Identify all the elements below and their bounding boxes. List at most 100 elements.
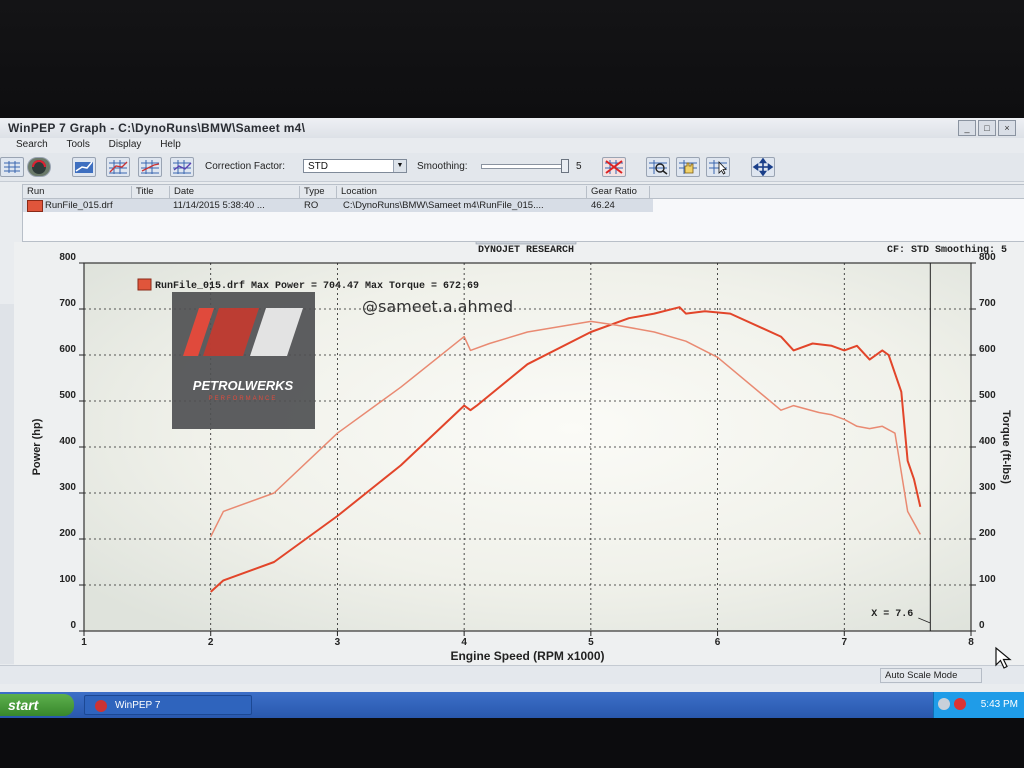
run-table: Run Title Date Type Location Gear Ratio … (22, 184, 1024, 242)
y-right-tick-label: 200 (979, 528, 996, 539)
table-view-icon[interactable] (0, 157, 24, 177)
col-location[interactable]: Location (336, 186, 377, 198)
x-tick-label: 6 (715, 637, 721, 648)
chevron-down-icon[interactable]: ▼ (393, 160, 406, 172)
pointer-select-icon[interactable] (706, 157, 730, 177)
graph-power-icon[interactable] (72, 157, 96, 177)
pan-hand-icon[interactable] (676, 157, 700, 177)
y-right-tick-label: 800 (979, 252, 996, 263)
y-right-tick-label: 700 (979, 298, 996, 309)
y-left-tick-label: 200 (59, 528, 76, 539)
y-right-tick-label: 300 (979, 482, 996, 493)
x-tick-label: 3 (335, 637, 341, 648)
dyno-chart[interactable]: DYNOJET RESEARCH CF: STD Smoothing: 5 12… (14, 242, 1024, 668)
cursor-label: X = 7.6 (871, 609, 913, 620)
y-right-tick-label: 100 (979, 574, 996, 585)
x-tick-label: 7 (842, 637, 848, 648)
y-left-tick-label: 500 (59, 390, 76, 401)
splitter-handle[interactable] (475, 242, 577, 245)
auto-scale-mode[interactable]: Auto Scale Mode (880, 668, 982, 683)
y-left-tick-label: 600 (59, 344, 76, 355)
window-titlebar[interactable]: WinPEP 7 Graph - C:\DynoRuns\BMW\Sameet … (0, 118, 1024, 138)
taskbar-winpep[interactable]: WinPEP 7 (84, 695, 252, 715)
legend-swatch (137, 278, 152, 291)
correction-factor-select[interactable]: STD ▼ (303, 159, 407, 173)
graph-panel: DYNOJET RESEARCH CF: STD Smoothing: 5 12… (14, 242, 1024, 668)
dyno-gauge-icon[interactable] (27, 157, 51, 177)
graph-grid-icon[interactable] (106, 157, 130, 177)
menu-help[interactable]: Help (160, 139, 181, 150)
col-date[interactable]: Date (169, 186, 194, 198)
status-bar: Auto Scale Mode (0, 665, 1024, 684)
run-name: RunFile_015.drf (45, 200, 113, 211)
x-tick-label: 2 (208, 637, 214, 648)
correction-factor-label: Correction Factor: (205, 161, 286, 172)
winpep-app-icon (95, 700, 107, 712)
zoom-graph-icon[interactable] (646, 157, 670, 177)
run-color-swatch (27, 200, 43, 212)
run-date: 11/14/2015 5:38:40 ... (173, 200, 265, 211)
y-left-tick-label: 0 (70, 620, 76, 631)
menu-bar: Search Tools Display Help (0, 138, 1024, 153)
run-table-header: Run Title Date Type Location Gear Ratio (23, 185, 1024, 199)
system-tray: 5:43 PM (933, 692, 1024, 718)
y-left-tick-label: 100 (59, 574, 76, 585)
security-shield-icon[interactable] (954, 698, 966, 710)
taskbar: start WinPEP 7 5:43 PM (0, 692, 1024, 718)
correction-factor-value: STD (308, 161, 328, 172)
graph-compare-icon[interactable] (170, 157, 194, 177)
y-left-tick-label: 700 (59, 298, 76, 309)
left-scroll-strip[interactable] (0, 304, 15, 664)
graph-overlay-icon[interactable] (138, 157, 162, 177)
clear-graph-icon[interactable] (602, 157, 626, 177)
smoothing-label: Smoothing: (417, 161, 468, 172)
run-location: C:\DynoRuns\BMW\Sameet m4\RunFile_015...… (343, 200, 544, 211)
col-gear-ratio[interactable]: Gear Ratio (586, 186, 637, 198)
col-run[interactable]: Run (23, 186, 44, 198)
y-left-tick-label: 800 (59, 252, 76, 263)
menu-search[interactable]: Search (16, 139, 48, 150)
menu-tools[interactable]: Tools (66, 139, 89, 150)
window-controls: _ □ × (958, 120, 1016, 136)
monitor-bezel-bottom (0, 718, 1024, 768)
clock: 5:43 PM (980, 699, 1018, 710)
smoothing-slider-knob[interactable] (561, 159, 569, 173)
x-tick-label: 5 (588, 637, 594, 648)
petrolwerks-logo-text: PETROLWERKS (193, 378, 294, 393)
y-right-tick-label: 0 (979, 620, 985, 631)
table-row[interactable]: RunFile_015.drf 11/14/2015 5:38:40 ... R… (23, 199, 653, 212)
minimize-button[interactable]: _ (958, 120, 976, 136)
screen: WinPEP 7 Graph - C:\DynoRuns\BMW\Sameet … (0, 118, 1024, 718)
x-tick-label: 1 (81, 637, 87, 648)
run-type: RO (304, 200, 319, 211)
smoothing-slider-track (481, 164, 567, 169)
mouse-cursor-icon (995, 646, 1012, 669)
graph-header-center: DYNOJET RESEARCH (478, 245, 574, 256)
col-title[interactable]: Title (131, 186, 154, 198)
move-axes-icon[interactable] (751, 157, 775, 177)
x-axis-title: Engine Speed (RPM x1000) (450, 649, 604, 663)
legend-text: RunFile_015.drf Max Power = 704.47 Max T… (155, 280, 479, 292)
monitor-bezel-top (0, 0, 1024, 118)
start-button[interactable]: start (0, 694, 74, 716)
watermark-handle: @sameet.a.ahmed (362, 297, 513, 316)
smoothing-slider[interactable] (481, 159, 569, 173)
petrolwerks-logo-subtext: PERFORMANCE (209, 396, 278, 402)
y-right-tick-label: 500 (979, 390, 996, 401)
x-tick-label: 8 (968, 637, 974, 648)
col-end (649, 186, 654, 198)
maximize-button[interactable]: □ (978, 120, 996, 136)
taskbar-winpep-label: WinPEP 7 (115, 700, 161, 711)
close-button[interactable]: × (998, 120, 1016, 136)
back-arrow-icon[interactable] (938, 698, 950, 710)
y-left-tick-label: 400 (59, 436, 76, 447)
y-right-tick-label: 600 (979, 344, 996, 355)
y-right-tick-label: 400 (979, 436, 996, 447)
y-left-tick-label: 300 (59, 482, 76, 493)
col-type[interactable]: Type (299, 186, 325, 198)
window-title: WinPEP 7 Graph - C:\DynoRuns\BMW\Sameet … (8, 121, 306, 135)
menu-display[interactable]: Display (109, 139, 142, 150)
smoothing-value: 5 (576, 161, 582, 172)
run-gear-ratio: 46.24 (591, 200, 615, 211)
y-right-axis-title: Torque (ft-lbs) (1000, 410, 1012, 484)
